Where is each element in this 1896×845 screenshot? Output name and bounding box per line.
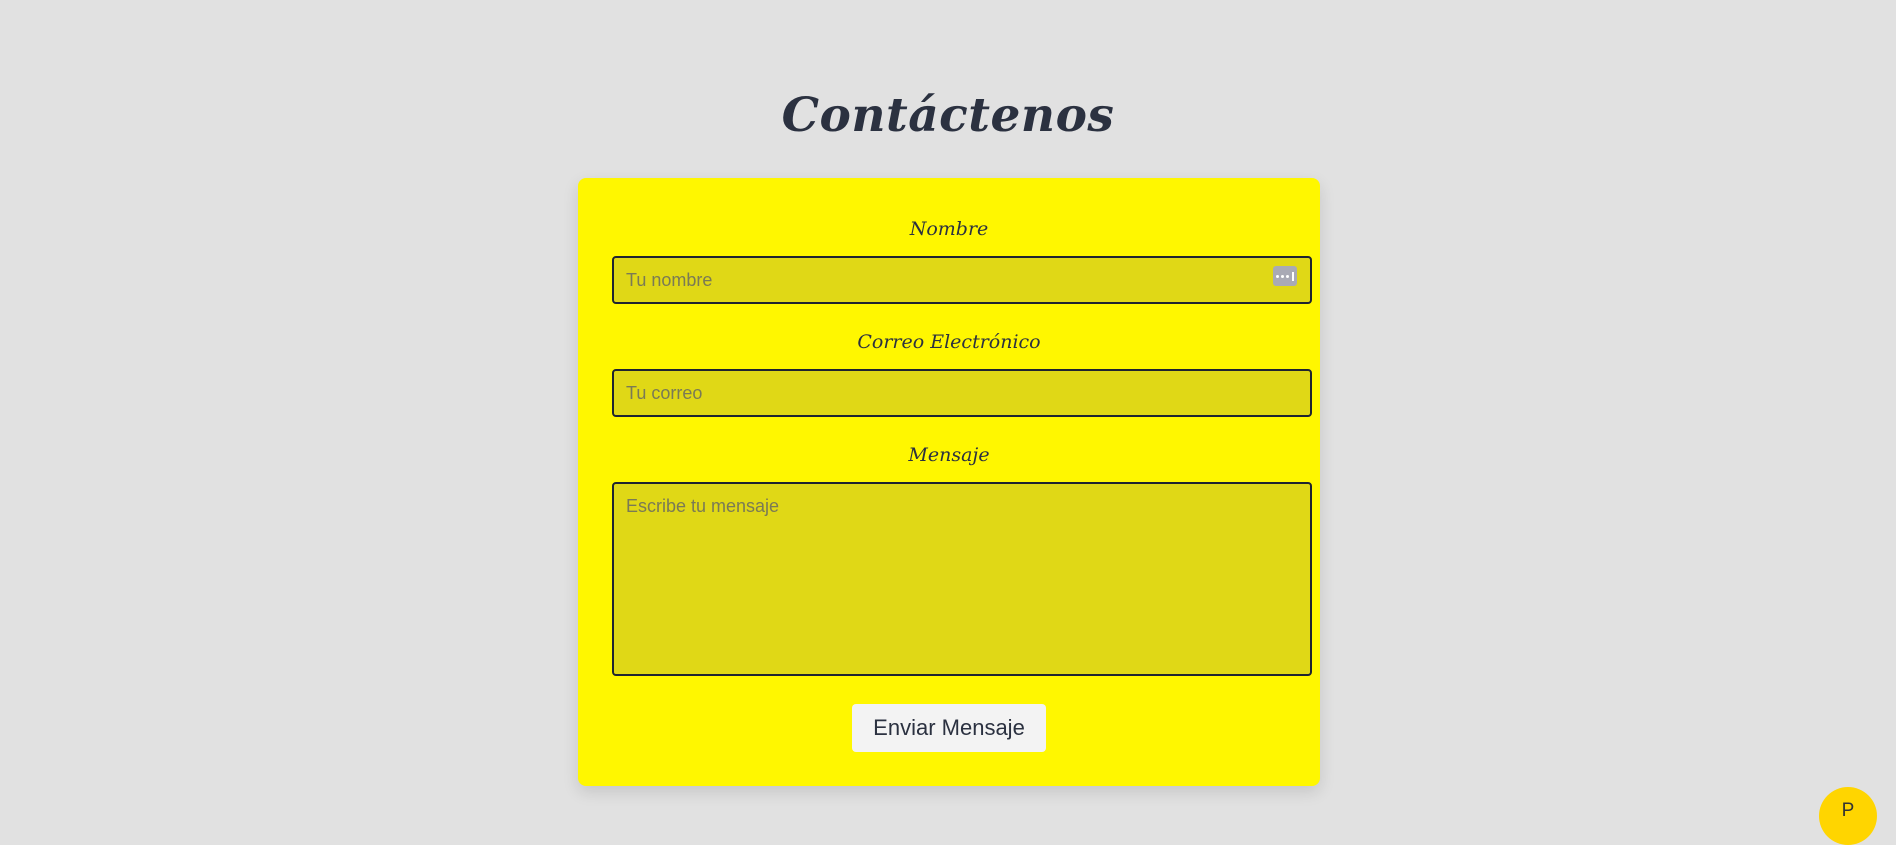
name-label: Nombre [909, 218, 989, 240]
message-textarea[interactable] [612, 482, 1312, 676]
email-label: Correo Electrónico [857, 331, 1041, 353]
password-manager-icon[interactable] [1273, 266, 1297, 286]
send-message-button[interactable]: Enviar Mensaje [852, 704, 1046, 752]
page-title: Contáctenos [781, 88, 1115, 143]
name-input[interactable] [612, 256, 1312, 304]
contact-form: Nombre Correo Electrónico Mensaje Enviar… [578, 178, 1320, 786]
message-label: Mensaje [908, 444, 990, 466]
floating-action-button[interactable]: P [1819, 787, 1877, 845]
email-input[interactable] [612, 369, 1312, 417]
